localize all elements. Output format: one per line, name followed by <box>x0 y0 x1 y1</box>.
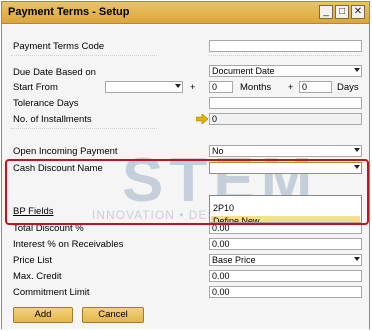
close-button[interactable]: ✕ <box>351 5 365 19</box>
price-list-select[interactable]: Base Price <box>209 254 362 266</box>
payment-terms-code-label: Payment Terms Code <box>13 41 105 52</box>
payment-terms-code-input[interactable] <box>209 40 362 52</box>
start-from-label: Start From <box>13 82 58 93</box>
chevron-down-icon <box>354 148 360 152</box>
interest-receivables-input[interactable]: 0.00 <box>209 238 362 250</box>
start-from-select[interactable] <box>105 81 183 93</box>
days-input[interactable]: 0 <box>299 81 332 93</box>
no-of-installments-input[interactable]: 0 <box>209 113 362 125</box>
chevron-down-icon <box>175 84 181 88</box>
interest-receivables-label: Interest % on Receivables <box>13 239 124 250</box>
open-incoming-payment-value: No <box>212 146 224 156</box>
chevron-down-icon <box>354 257 360 261</box>
tolerance-days-input[interactable] <box>209 97 362 109</box>
max-credit-label: Max. Credit <box>13 271 62 282</box>
price-list-value: Base Price <box>212 255 256 265</box>
add-button[interactable]: Add <box>13 307 73 323</box>
no-of-installments-label: No. of Installments <box>13 114 92 125</box>
link-arrow-icon[interactable] <box>196 114 208 124</box>
commitment-limit-label: Commitment Limit <box>13 287 90 298</box>
window-title: Payment Terms - Setup <box>8 6 130 18</box>
commitment-limit-input[interactable]: 0.00 <box>209 286 362 298</box>
months-label: Months <box>240 82 272 93</box>
maximize-button[interactable]: □ <box>335 5 349 19</box>
minimize-button[interactable]: _ <box>319 5 333 19</box>
max-credit-input[interactable]: 0.00 <box>209 270 362 282</box>
days-label: Days <box>337 82 359 93</box>
due-date-based-on-select[interactable]: Document Date <box>209 65 362 77</box>
tolerance-days-label: Tolerance Days <box>13 98 79 109</box>
payment-terms-window: Payment Terms - Setup _ □ ✕ Payment Term… <box>1 1 370 329</box>
plus-sign: + <box>288 82 294 92</box>
title-bar[interactable]: Payment Terms - Setup _ □ ✕ <box>2 2 369 24</box>
highlight-annotation <box>5 159 369 225</box>
divider <box>11 128 157 129</box>
cancel-button[interactable]: Cancel <box>82 307 144 323</box>
price-list-label: Price List <box>13 255 53 266</box>
open-incoming-payment-label: Open Incoming Payment <box>13 146 118 157</box>
due-date-based-on-label: Due Date Based on <box>13 67 96 78</box>
months-input[interactable]: 0 <box>209 81 233 93</box>
chevron-down-icon <box>354 68 360 72</box>
open-incoming-payment-select[interactable]: No <box>209 145 362 157</box>
divider <box>11 55 157 56</box>
divider <box>209 55 362 56</box>
due-date-based-on-value: Document Date <box>212 66 275 76</box>
plus-sign: + <box>190 82 196 92</box>
